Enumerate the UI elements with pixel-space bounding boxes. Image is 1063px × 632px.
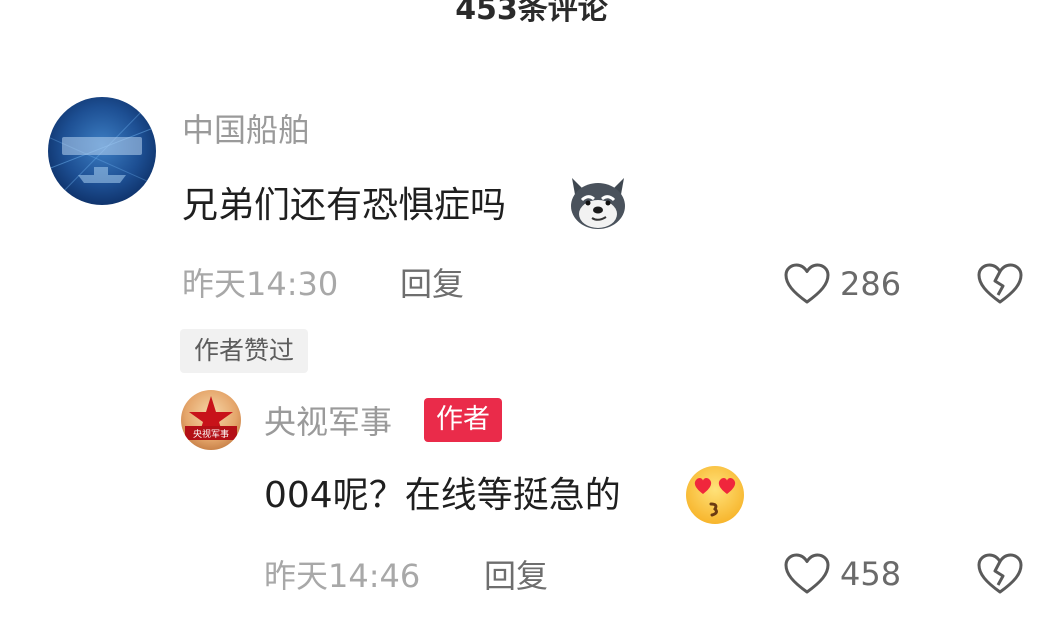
- reply-button[interactable]: 回复: [484, 556, 548, 596]
- dislike-broken-heart-icon[interactable]: [976, 262, 1024, 310]
- like-count: 286: [840, 265, 902, 303]
- liked-by-author-tag: 作者赞过: [180, 329, 309, 373]
- heart-eyes-kiss-emoji-icon: [683, 464, 747, 530]
- ship-avatar-image: [48, 97, 156, 205]
- cctv-military-avatar-image: 央视军事: [181, 390, 241, 450]
- reply-button[interactable]: 回复: [400, 264, 464, 304]
- dislike-broken-heart-icon[interactable]: [976, 552, 1024, 600]
- reply-text: 004呢？在线等挺急的: [264, 475, 621, 516]
- author-badge: 作者: [424, 398, 502, 442]
- reply-time: 昨天14:46: [264, 557, 421, 595]
- avatar[interactable]: [48, 97, 156, 205]
- like-heart-icon[interactable]: [783, 552, 831, 600]
- husky-dog-emoji-icon: [566, 172, 630, 236]
- comment-username[interactable]: 中国船舶: [182, 110, 310, 150]
- comments-count-title: 453条评论: [455, 0, 608, 27]
- avatar[interactable]: 央视军事: [181, 390, 241, 450]
- reply-username[interactable]: 央视军事: [264, 402, 392, 442]
- like-count: 458: [840, 555, 902, 593]
- avatar-logo-text: 央视军事: [193, 428, 229, 440]
- comment-time: 昨天14:30: [182, 265, 339, 303]
- like-heart-icon[interactable]: [783, 262, 831, 310]
- comment-text: 兄弟们还有恐惧症吗: [182, 185, 507, 226]
